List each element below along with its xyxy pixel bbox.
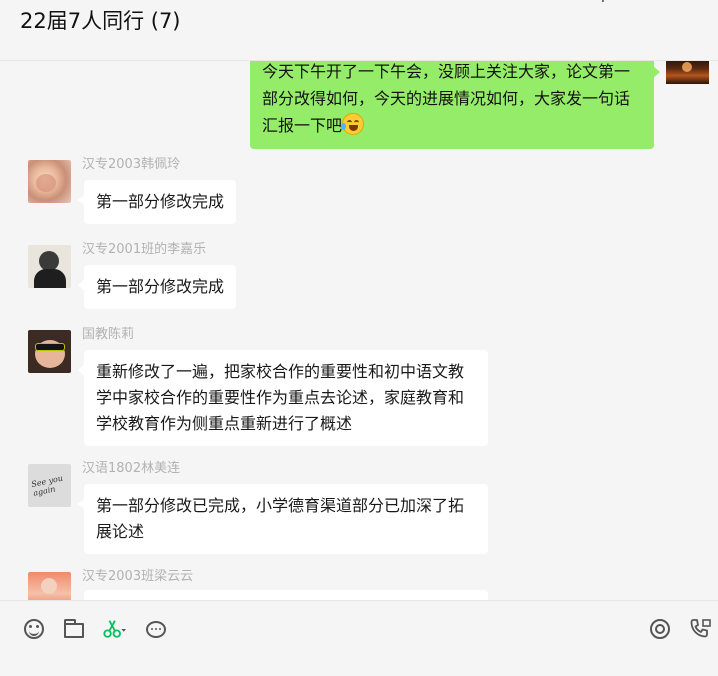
more-icon[interactable]: ⋯: [676, 0, 694, 6]
sender-name: 汉语1802林美连: [82, 461, 181, 476]
chat-history-icon[interactable]: [144, 617, 168, 641]
my-message-bubble[interactable]: 今天下午开了一下午会，没顾上关注大家，论文第一部分改得如何，今天的进展情况如何，…: [250, 60, 660, 149]
message-list[interactable]: 今天下午开了一下午会，没顾上关注大家，论文第一部分改得如何，今天的进展情况如何，…: [0, 60, 718, 600]
scissors-icon[interactable]: [102, 617, 126, 641]
chat-title: 22届7人同行 (7): [20, 9, 181, 33]
sender-name: 汉专2001班的李嘉乐: [82, 242, 207, 257]
call-icon[interactable]: [688, 617, 712, 641]
chat-header: 22届7人同行 (7) + ⋯: [0, 0, 718, 61]
sender-name: 汉专2003班梁云云: [82, 569, 194, 584]
message-bubble-partial[interactable]: [84, 590, 488, 600]
my-message-text: 今天下午开了一下午会，没顾上关注大家，论文第一部分改得如何，今天的进展情况如何，…: [262, 62, 631, 135]
sender-name: 国教陈莉: [82, 327, 135, 342]
avatar[interactable]: See you again: [28, 464, 71, 507]
my-avatar[interactable]: [666, 60, 709, 84]
folder-icon[interactable]: [62, 617, 86, 641]
message-bubble[interactable]: 第一部分修改完成: [77, 265, 237, 309]
avatar-text: See you again: [30, 473, 64, 498]
message-bubble[interactable]: 第一部分修改已完成，小学德育渠道部分已加深了拓展论述: [78, 484, 488, 554]
avatar[interactable]: [28, 572, 71, 600]
sender-name: 汉专2003韩佩玲: [82, 157, 181, 172]
avatar[interactable]: [28, 245, 71, 288]
message-bubble[interactable]: 重新修改了一遍，把家校合作的重要性和初中语文教学中家校合作的重要性作为重点去论述…: [78, 350, 488, 446]
live-icon[interactable]: [648, 617, 672, 641]
emoji-icon[interactable]: [22, 617, 46, 641]
laugh-cry-emoji-icon: [341, 113, 365, 135]
avatar[interactable]: [28, 160, 71, 203]
avatar[interactable]: [28, 330, 71, 373]
message-bubble[interactable]: 第一部分修改完成: [77, 180, 237, 224]
input-toolbar: [0, 600, 718, 676]
add-icon[interactable]: +: [594, 0, 612, 6]
